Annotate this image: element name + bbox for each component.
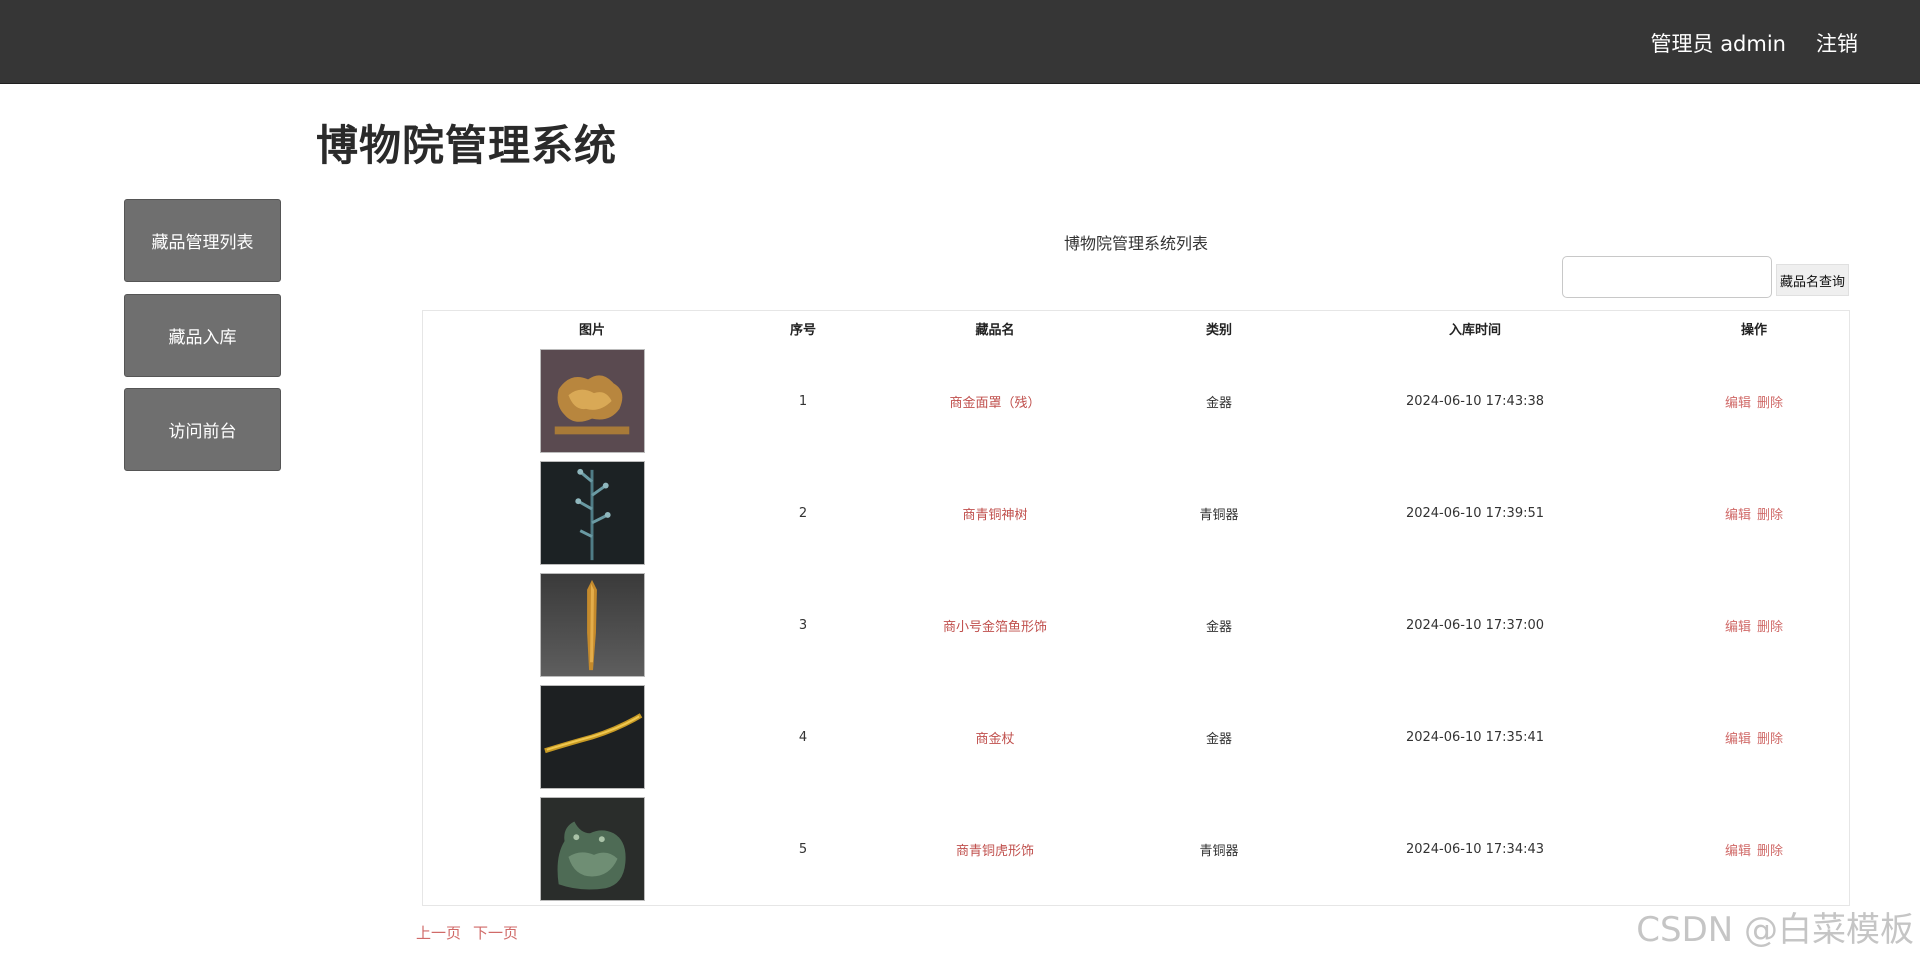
edit-link[interactable]: 编辑 xyxy=(1725,620,1751,635)
artifact-thumbnail xyxy=(539,349,645,453)
row-time: 2024-06-10 17:37:00 xyxy=(1405,617,1545,633)
row-time: 2024-06-10 17:43:38 xyxy=(1405,393,1545,409)
prev-page-link[interactable]: 上一页 xyxy=(416,924,461,942)
artifact-thumbnail xyxy=(539,797,645,901)
sidebar-item-collection-list[interactable]: 藏品管理列表 xyxy=(124,199,281,282)
table-row: 3 商小号金箔鱼形饰 金器 2024-06-10 17:37:00 编辑 删除 xyxy=(423,569,1851,681)
row-index: 3 xyxy=(798,617,808,633)
delete-link[interactable]: 删除 xyxy=(1757,396,1783,411)
column-header-category: 类别 xyxy=(1205,322,1232,338)
search-input[interactable] xyxy=(1562,256,1772,298)
row-category: 青铜器 xyxy=(1199,843,1239,859)
pagination: 上一页 下一页 xyxy=(416,922,530,943)
column-header-image: 图片 xyxy=(578,322,605,338)
edit-link[interactable]: 编辑 xyxy=(1725,508,1751,523)
artifact-thumbnail xyxy=(539,573,645,677)
edit-link[interactable]: 编辑 xyxy=(1725,396,1751,411)
row-category: 金器 xyxy=(1205,731,1232,747)
row-index: 2 xyxy=(798,505,808,521)
artifact-thumbnail xyxy=(539,685,645,789)
column-header-time: 入库时间 xyxy=(1448,322,1501,338)
row-index: 5 xyxy=(798,841,808,857)
table-row: 4 商金杖 金器 2024-06-10 17:35:41 编辑 删除 xyxy=(423,681,1851,793)
logout-link[interactable]: 注销 xyxy=(1816,28,1858,58)
delete-link[interactable]: 删除 xyxy=(1757,732,1783,747)
row-time: 2024-06-10 17:39:51 xyxy=(1405,505,1545,521)
edit-link[interactable]: 编辑 xyxy=(1725,844,1751,859)
artifact-name-link[interactable]: 商青铜虎形饰 xyxy=(956,844,1034,859)
sidebar-item-visit-frontend[interactable]: 访问前台 xyxy=(124,388,281,471)
delete-link[interactable]: 删除 xyxy=(1757,620,1783,635)
next-page-link[interactable]: 下一页 xyxy=(473,924,518,942)
artifact-name-link[interactable]: 商青铜神树 xyxy=(962,508,1027,523)
artifact-name-link[interactable]: 商金面罩（残） xyxy=(949,396,1040,411)
artifact-name-link[interactable]: 商金杖 xyxy=(975,732,1014,747)
collection-table: 图片 序号 藏品名 类别 入库时间 操作 1 商金面罩（残） 金器 2024-0… xyxy=(422,310,1850,906)
row-time: 2024-06-10 17:35:41 xyxy=(1405,729,1545,745)
table-row: 2 商青铜神树 青铜器 2024-06-10 17:39:51 编辑 删除 xyxy=(423,457,1851,569)
top-navbar: 管理员 admin 注销 xyxy=(0,0,1920,84)
row-index: 1 xyxy=(798,393,808,409)
search-button[interactable]: 藏品名查询 xyxy=(1776,264,1850,296)
delete-link[interactable]: 删除 xyxy=(1757,844,1783,859)
page-title: 博物院管理系统 xyxy=(316,121,618,170)
table-row: 1 商金面罩（残） 金器 2024-06-10 17:43:38 编辑 删除 xyxy=(423,345,1851,457)
row-category: 金器 xyxy=(1205,395,1232,411)
row-category: 金器 xyxy=(1205,619,1232,635)
sidebar-item-collection-add[interactable]: 藏品入库 xyxy=(124,294,281,377)
row-index: 4 xyxy=(798,729,808,745)
admin-user-label: 管理员 admin xyxy=(1650,32,1786,56)
table-header-row: 图片 序号 藏品名 类别 入库时间 操作 xyxy=(423,311,1851,345)
watermark: CSDN @白菜模板 xyxy=(1636,910,1914,950)
artifact-thumbnail xyxy=(539,461,645,565)
row-category: 青铜器 xyxy=(1199,507,1239,523)
items-table: 图片 序号 藏品名 类别 入库时间 操作 1 商金面罩（残） 金器 2024-0… xyxy=(423,311,1851,905)
row-time: 2024-06-10 17:34:43 xyxy=(1405,841,1545,857)
artifact-name-link[interactable]: 商小号金箔鱼形饰 xyxy=(943,620,1047,635)
list-caption: 博物院管理系统列表 xyxy=(1063,234,1208,253)
column-header-index: 序号 xyxy=(789,322,816,338)
edit-link[interactable]: 编辑 xyxy=(1725,732,1751,747)
delete-link[interactable]: 删除 xyxy=(1757,508,1783,523)
table-row: 5 商青铜虎形饰 青铜器 2024-06-10 17:34:43 编辑 删除 xyxy=(423,793,1851,905)
column-header-actions: 操作 xyxy=(1740,322,1767,338)
column-header-name: 藏品名 xyxy=(975,322,1015,338)
